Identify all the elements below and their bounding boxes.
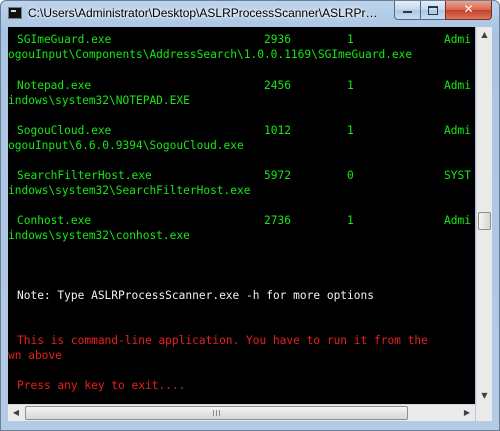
process-path: indows\system32\NOTEPAD.EXE bbox=[8, 94, 190, 107]
size-grip[interactable] bbox=[476, 404, 492, 421]
vertical-scrollbar[interactable]: ▲ ▼ bbox=[476, 27, 492, 404]
minimize-icon bbox=[403, 11, 412, 13]
exit-prompt-row: Press any key to exit.... bbox=[8, 378, 475, 393]
process-user: Admi bbox=[444, 124, 471, 137]
process-aslr: 1 bbox=[347, 124, 354, 137]
help-note-row: Note: Type ASLRProcessScanner.exe -h for… bbox=[8, 288, 475, 303]
process-path: ogouInput\Components\AddressSearch\1.0.0… bbox=[8, 48, 413, 61]
close-icon: ✕ bbox=[463, 2, 474, 16]
window-title: C:\Users\Administrator\Desktop\ASLRProce… bbox=[28, 6, 384, 20]
help-note: Note: Type ASLRProcessScanner.exe -h for… bbox=[17, 289, 374, 302]
warning-row: wn above bbox=[8, 348, 475, 363]
maximize-button[interactable] bbox=[420, 1, 446, 20]
scroll-left-arrow-icon[interactable]: ◀ bbox=[8, 405, 24, 421]
process-row: Notepad.exe 2456 1 Admi bbox=[8, 78, 475, 93]
process-user: Admi bbox=[444, 79, 471, 92]
close-button[interactable]: ✕ bbox=[445, 1, 492, 20]
horizontal-scroll-thumb[interactable] bbox=[25, 406, 408, 420]
warning-text-line-2: wn above bbox=[8, 349, 62, 362]
process-path: indows\system32\conhost.exe bbox=[8, 229, 190, 242]
process-pid: 2736 bbox=[264, 214, 291, 227]
process-pid: 2456 bbox=[264, 79, 291, 92]
process-aslr: 1 bbox=[347, 79, 354, 92]
process-aslr: 1 bbox=[347, 33, 354, 46]
process-pid: 2936 bbox=[264, 33, 291, 46]
process-aslr: 0 bbox=[347, 169, 354, 182]
process-aslr: 1 bbox=[347, 214, 354, 227]
minimize-button[interactable] bbox=[394, 1, 421, 20]
process-path: ogouInput\6.6.0.9394\SogouCloud.exe bbox=[8, 139, 244, 152]
process-row: SogouCloud.exe 1012 1 Admi bbox=[8, 123, 475, 138]
process-path-row: indows\system32\SearchFilterHost.exe bbox=[8, 183, 475, 198]
process-name: SogouCloud.exe bbox=[17, 124, 112, 137]
process-path-row: ogouInput\Components\AddressSearch\1.0.0… bbox=[8, 47, 475, 62]
console-output[interactable]: SGImeGuard.exe 2936 1 Admi ogouInput\Com… bbox=[8, 27, 475, 404]
console-app-icon[interactable] bbox=[8, 7, 22, 19]
console-window: C:\Users\Administrator\Desktop\ASLRProce… bbox=[0, 0, 500, 431]
maximize-icon bbox=[428, 6, 438, 15]
scroll-right-arrow-icon[interactable]: ▶ bbox=[459, 405, 475, 421]
process-name: SGImeGuard.exe bbox=[17, 33, 112, 46]
warning-row: This is command-line application. You ha… bbox=[8, 333, 475, 348]
process-path-row: ogouInput\6.6.0.9394\SogouCloud.exe bbox=[8, 138, 475, 153]
process-path: indows\system32\SearchFilterHost.exe bbox=[8, 184, 251, 197]
horizontal-scrollbar[interactable]: ◀ ▶ bbox=[8, 404, 475, 421]
warning-text-line-1: This is command-line application. You ha… bbox=[17, 334, 428, 347]
process-pid: 5972 bbox=[264, 169, 291, 182]
process-name: Conhost.exe bbox=[17, 214, 92, 227]
exit-prompt: Press any key to exit.... bbox=[17, 379, 186, 392]
process-row: SGImeGuard.exe 2936 1 Admi bbox=[8, 32, 475, 47]
process-name: Notepad.exe bbox=[17, 79, 92, 92]
process-path-row: indows\system32\NOTEPAD.EXE bbox=[8, 93, 475, 108]
process-pid: 1012 bbox=[264, 124, 291, 137]
process-user: Admi bbox=[444, 214, 471, 227]
scroll-up-arrow-icon[interactable]: ▲ bbox=[477, 27, 492, 43]
process-user: Admi bbox=[444, 33, 471, 46]
process-row: Conhost.exe 2736 1 Admi bbox=[8, 213, 475, 228]
process-user: SYST bbox=[444, 169, 471, 182]
grip-icon bbox=[212, 410, 221, 416]
scroll-down-arrow-icon[interactable]: ▼ bbox=[477, 388, 492, 404]
process-path-row: indows\system32\conhost.exe bbox=[8, 228, 475, 243]
process-row: SearchFilterHost.exe 5972 0 SYST bbox=[8, 168, 475, 183]
title-bar[interactable]: C:\Users\Administrator\Desktop\ASLRProce… bbox=[1, 1, 499, 27]
vertical-scroll-thumb[interactable] bbox=[478, 212, 491, 230]
process-name: SearchFilterHost.exe bbox=[17, 169, 152, 182]
